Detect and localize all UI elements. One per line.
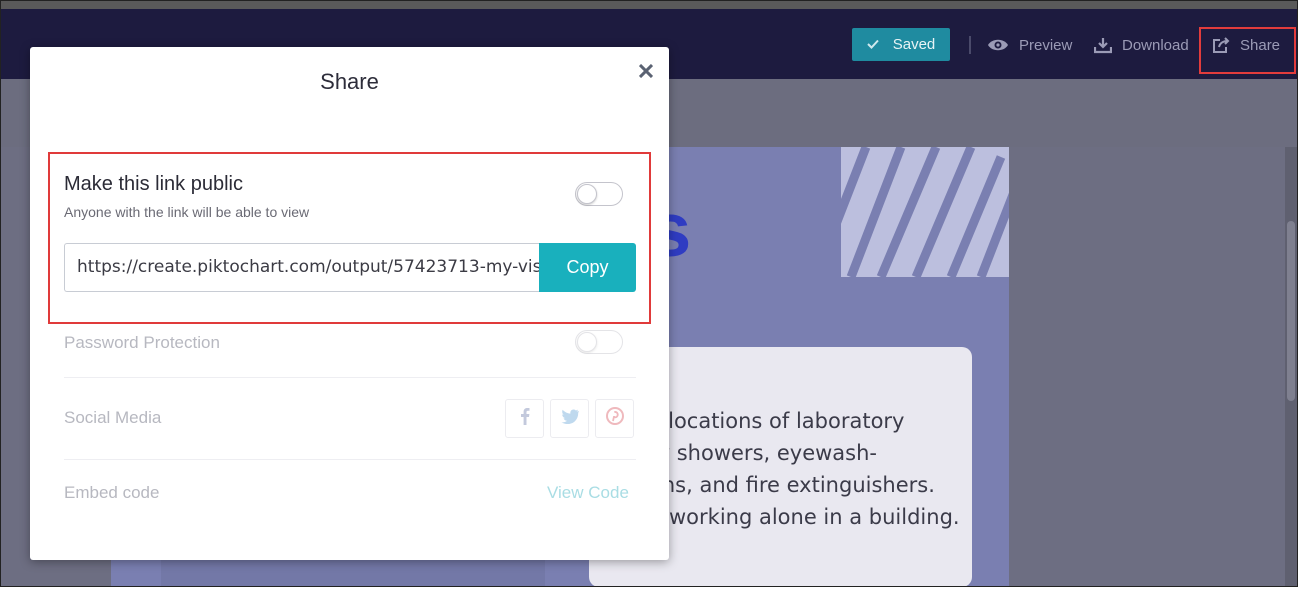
preview-label: Preview — [1019, 36, 1073, 54]
social-media-label: Social Media — [64, 408, 162, 427]
saved-button[interactable]: Saved — [852, 28, 950, 61]
share-url-field[interactable]: https://create.piktochart.com/output/574… — [64, 243, 540, 292]
decorative-pattern — [841, 147, 1009, 277]
close-icon[interactable] — [634, 59, 658, 83]
facebook-share-button[interactable] — [505, 399, 544, 438]
view-code-link[interactable]: View Code — [547, 483, 629, 503]
scrollbar-thumb[interactable] — [1287, 221, 1295, 401]
share-highlight-box — [1199, 27, 1296, 74]
preview-button[interactable]: Preview — [987, 29, 1072, 61]
eye-icon — [987, 38, 1009, 52]
pinterest-icon — [605, 407, 624, 430]
check-icon — [867, 36, 879, 53]
card-line: ry showers, eyewash- — [649, 441, 877, 465]
public-link-subtitle: Anyone with the link will be able to vie… — [64, 204, 310, 220]
card-line: d working alone in a building. — [649, 505, 960, 529]
password-protection-label: Password Protection — [64, 333, 220, 352]
section-divider — [64, 459, 636, 460]
app-window: Saved Preview Download Share s y locatio… — [0, 0, 1298, 587]
card-text: y locations of laboratory ry showers, ey… — [649, 405, 979, 533]
public-link-title: Make this link public — [64, 173, 243, 195]
dialog-title: Share — [320, 69, 379, 94]
toolbar-divider — [969, 36, 971, 54]
section-divider — [64, 377, 636, 378]
download-label: Download — [1122, 36, 1189, 54]
card-line: ons, and fire extinguishers. — [649, 473, 935, 497]
download-button[interactable]: Download — [1094, 29, 1189, 61]
toggle-knob — [577, 184, 597, 204]
twitter-icon — [561, 409, 579, 429]
card-line: y locations of laboratory — [649, 409, 905, 433]
pinterest-share-button[interactable] — [595, 399, 634, 438]
saved-label: Saved — [892, 36, 936, 53]
facebook-icon — [520, 407, 530, 430]
copy-button[interactable]: Copy — [539, 243, 636, 292]
password-protection-toggle[interactable] — [575, 330, 623, 354]
download-icon — [1094, 37, 1112, 54]
toggle-knob — [577, 332, 597, 352]
embed-code-label: Embed code — [64, 483, 160, 502]
share-dialog: Share Make this link public Anyone with … — [30, 47, 669, 560]
window-top-strip — [1, 1, 1297, 9]
twitter-share-button[interactable] — [550, 399, 589, 438]
public-link-toggle[interactable] — [575, 182, 623, 206]
